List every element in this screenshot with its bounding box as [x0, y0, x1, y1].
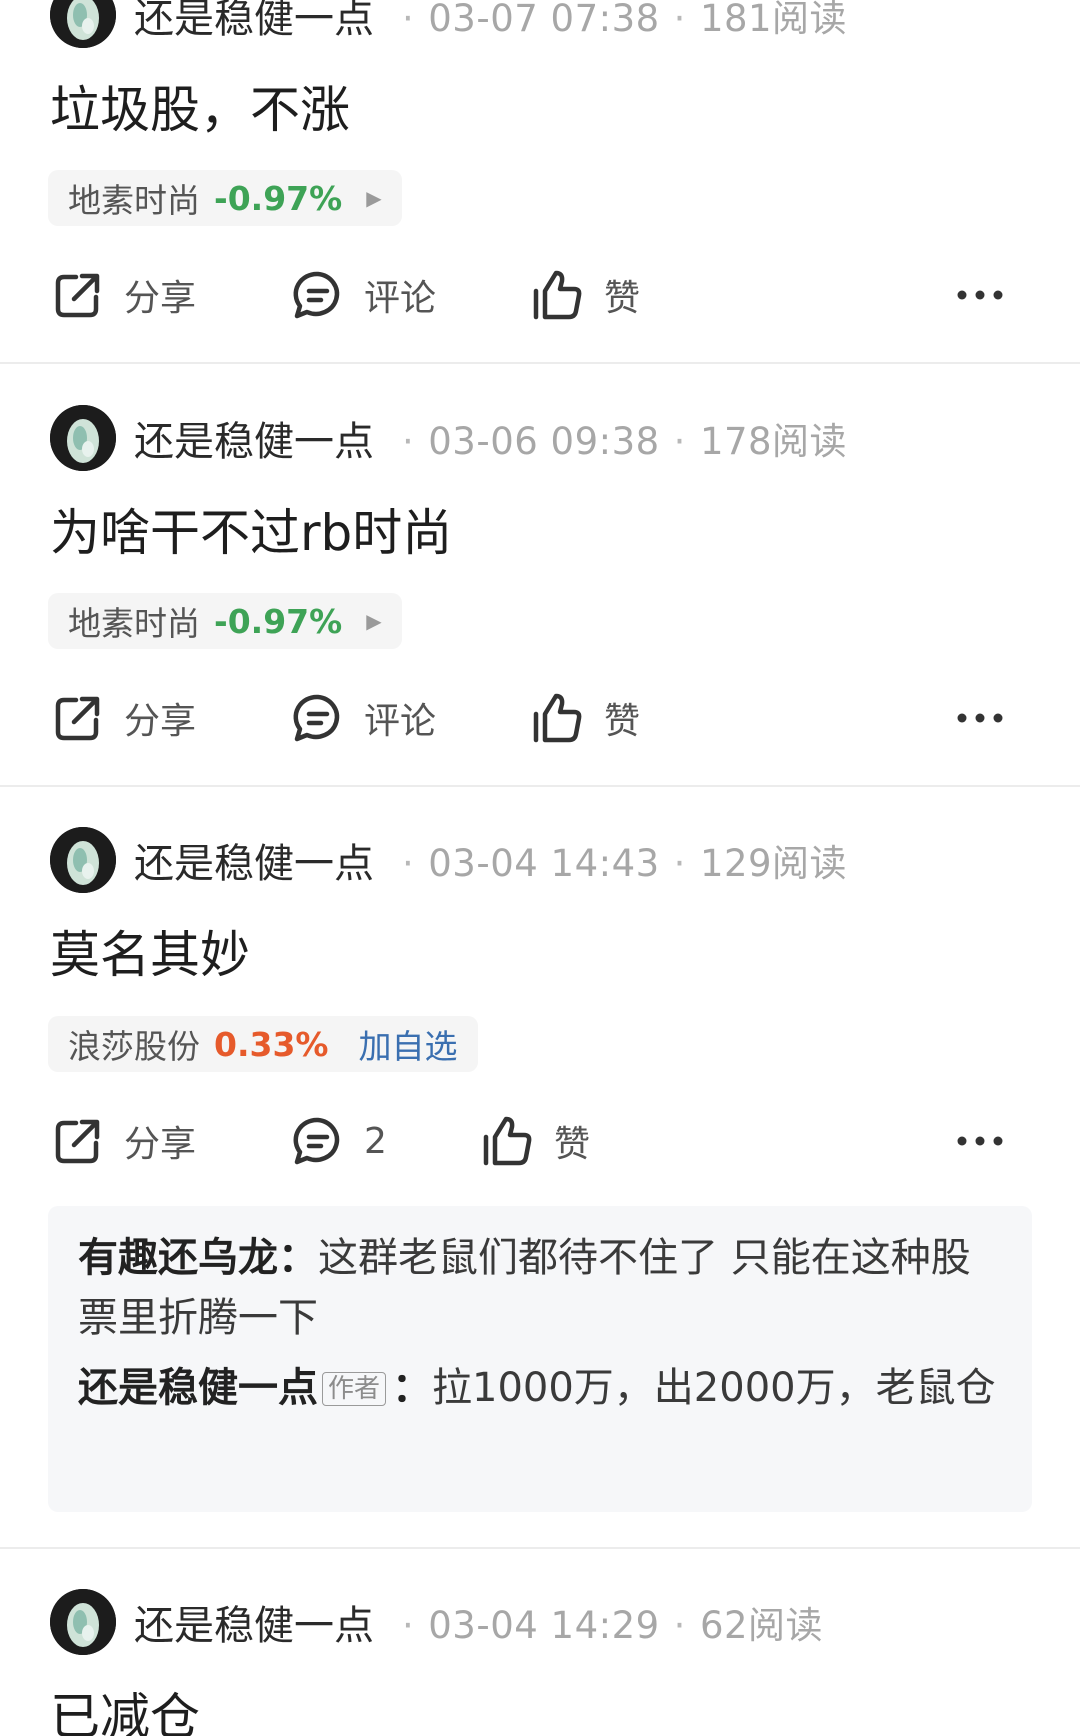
post-content[interactable]: 为啥干不过rb时尚 [50, 493, 452, 565]
like-label: 赞 [554, 1124, 591, 1165]
like-button[interactable]: 赞 [480, 1106, 590, 1176]
like-button[interactable]: 赞 [530, 683, 640, 753]
post-content[interactable]: 已减仓 [50, 1677, 200, 1736]
stock-name: 地素时尚 [68, 181, 200, 220]
avatar[interactable] [50, 0, 116, 48]
avatar[interactable] [50, 827, 116, 893]
share-label: 分享 [124, 1124, 197, 1165]
triangle-right-icon: ▶ [366, 186, 382, 210]
post-meta: · 03-07 07:38 · 181阅读 [388, 0, 847, 42]
post-time: 03-07 07:38 [428, 0, 660, 40]
post-header: 还是稳健一点 · 03-06 09:38 · 178阅读 [50, 403, 847, 473]
like-icon [530, 690, 586, 746]
stock-name: 地素时尚 [68, 604, 200, 643]
comment-count: 2 [364, 1120, 387, 1162]
post-content[interactable]: 垃圾股，不涨 [50, 70, 350, 142]
like-icon [530, 267, 586, 323]
stock-change: -0.97% [214, 601, 343, 641]
comment-preview[interactable]: 有趣还乌龙：这群老鼠们都待不住了 只能在这种股票里折腾一下 还是稳健一点 作者 ：拉… [48, 1206, 1032, 1512]
author-name[interactable]: 还是稳健一点 [134, 1593, 374, 1651]
more-icon [956, 288, 1004, 302]
comment-label: 评论 [364, 278, 437, 319]
action-bar: 分享 评论 赞 [50, 260, 1030, 330]
post-meta: · 03-06 09:38 · 178阅读 [402, 420, 848, 463]
like-icon [480, 1113, 536, 1169]
post-time: 03-04 14:43 [428, 842, 660, 885]
read-count: 181阅读 [699, 0, 848, 40]
post-meta: · 03-04 14:43 · 129阅读 [402, 842, 848, 885]
like-label: 赞 [604, 701, 641, 742]
post-time: 03-06 09:38 [428, 420, 660, 463]
more-button[interactable] [956, 260, 1004, 330]
more-icon [956, 711, 1004, 725]
post-meta: · 03-04 14:29 · 62阅读 [402, 1604, 824, 1647]
like-button[interactable]: 赞 [530, 260, 640, 330]
comment-item[interactable]: 有趣还乌龙：这群老鼠们都待不住了 只能在这种股票里折腾一下 [78, 1228, 1002, 1348]
divider [0, 785, 1080, 787]
author-name[interactable]: 还是稳健一点 [134, 831, 374, 889]
more-icon [956, 1134, 1004, 1148]
share-icon [50, 690, 106, 746]
divider [0, 362, 1080, 364]
post-time: 03-04 14:29 [428, 1604, 660, 1647]
comment-button[interactable]: 评论 [290, 683, 436, 753]
comment-button[interactable]: 评论 [290, 260, 436, 330]
divider [0, 1547, 1080, 1549]
author-name[interactable]: 还是稳健一点 [134, 409, 374, 467]
share-icon [50, 1113, 106, 1169]
share-button[interactable]: 分享 [50, 683, 196, 753]
triangle-right-icon: ▶ [366, 609, 382, 633]
post-header: 还是稳健一点 · 03-07 07:38 · 181阅读 [50, 0, 847, 50]
commenter-name[interactable]: 有趣还乌龙 [78, 1235, 278, 1281]
share-label: 分享 [124, 278, 197, 319]
more-button[interactable] [956, 1106, 1004, 1176]
post-content[interactable]: 莫名其妙 [50, 915, 250, 987]
commenter-name[interactable]: 还是稳健一点 [78, 1365, 318, 1411]
comment-icon [290, 267, 346, 323]
stock-change: -0.97% [214, 178, 343, 218]
author-badge: 作者 [322, 1372, 387, 1406]
stock-tag[interactable]: 地素时尚 -0.97% ▶ [48, 593, 402, 649]
share-label: 分享 [124, 701, 197, 742]
read-count: 62阅读 [699, 1604, 824, 1647]
share-button[interactable]: 分享 [50, 260, 196, 330]
stock-name: 浪莎股份 [68, 1027, 200, 1066]
comment-label: 评论 [364, 701, 437, 742]
stock-change: 0.33% [214, 1024, 329, 1064]
post-feed: 还是稳健一点 · 03-07 07:38 · 181阅读 垃圾股，不涨 地素时尚 -0… [0, 0, 1080, 1736]
add-watchlist-button[interactable]: 加自选 [359, 1020, 458, 1068]
comment-button[interactable]: 2 [290, 1106, 387, 1176]
like-label: 赞 [604, 278, 641, 319]
comment-icon [290, 1113, 346, 1169]
post-header: 还是稳健一点 · 03-04 14:29 · 62阅读 [50, 1587, 823, 1657]
comment-icon [290, 690, 346, 746]
avatar[interactable] [50, 405, 116, 471]
read-count: 129阅读 [699, 842, 848, 885]
post-header: 还是稳健一点 · 03-04 14:43 · 129阅读 [50, 825, 847, 895]
action-bar: 分享 2 赞 [50, 1106, 1030, 1176]
stock-tag[interactable]: 浪莎股份 0.33% 加自选 [48, 1016, 478, 1072]
action-bar: 分享 评论 赞 [50, 683, 1030, 753]
avatar[interactable] [50, 1589, 116, 1655]
more-button[interactable] [956, 683, 1004, 753]
read-count: 178阅读 [699, 420, 848, 463]
share-button[interactable]: 分享 [50, 1106, 196, 1176]
share-icon [50, 267, 106, 323]
comment-item[interactable]: 还是稳健一点 作者 ：拉1000万，出2000万，老鼠仓 [78, 1358, 1002, 1418]
author-name[interactable]: 还是稳健一点 [134, 0, 374, 44]
comment-text: 拉1000万，出2000万，老鼠仓 [432, 1365, 996, 1411]
stock-tag[interactable]: 地素时尚 -0.97% ▶ [48, 170, 402, 226]
